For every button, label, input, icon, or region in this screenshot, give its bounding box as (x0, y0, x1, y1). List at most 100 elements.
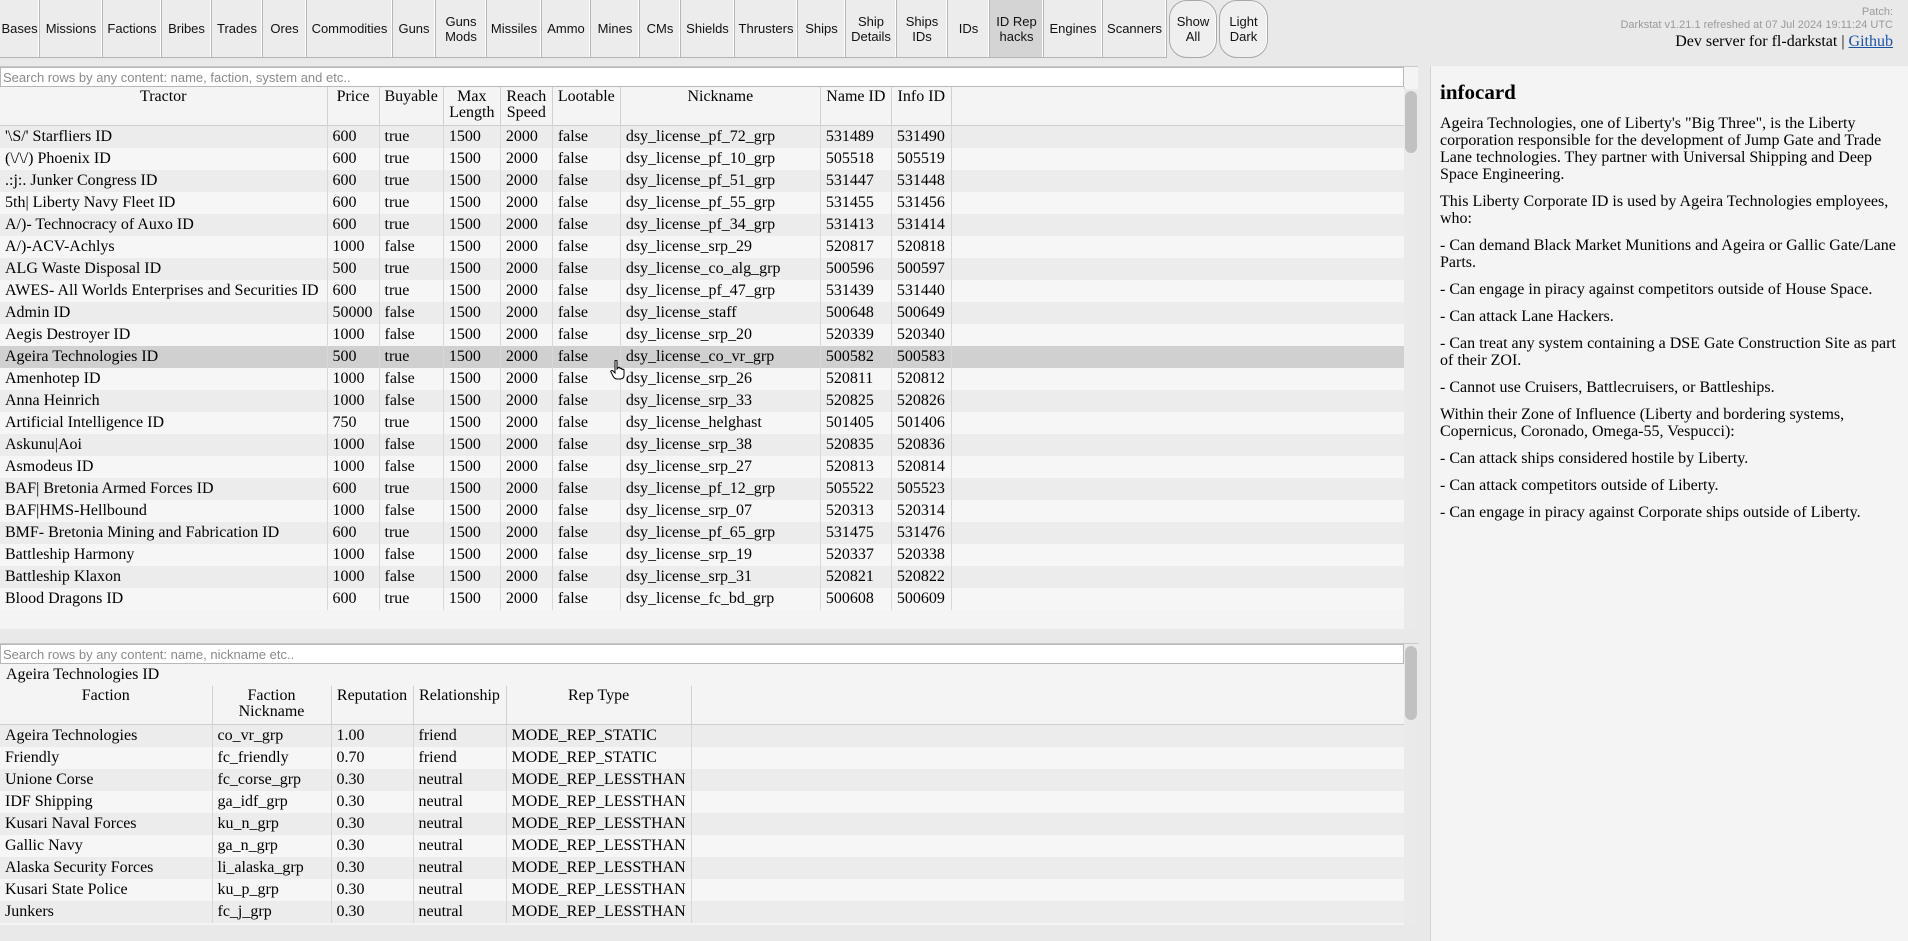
tab-engines[interactable]: Engines (1044, 0, 1103, 58)
column-header-info-id[interactable]: Info ID (891, 87, 952, 125)
rep-column-header-reputation[interactable]: Reputation (331, 686, 414, 724)
reputation-row[interactable]: Kusari Naval Forces ku_n_grp 0.30 neutral MO… (0, 812, 1405, 835)
tab-show-all[interactable]: Show All (1169, 0, 1217, 58)
tab-ships-ids[interactable]: Ships IDs (897, 0, 948, 58)
cell-reach-speed: 2000 (500, 411, 553, 434)
column-header-buyable[interactable]: Buyable (379, 87, 444, 125)
cell-info-id: 531476 (891, 521, 952, 544)
table-row[interactable]: ALG Waste Disposal ID 500 true 1500 2000 fals… (0, 257, 1405, 280)
table-row[interactable]: Battleship Klaxon 1000 false 1500 2000 false d… (0, 565, 1405, 588)
cell-max-length: 1500 (443, 125, 501, 148)
column-header-max-length[interactable]: Max Length (443, 87, 501, 125)
tab-shields[interactable]: Shields (681, 0, 735, 58)
rep-column-header-faction-nickname[interactable]: Faction Nickname (212, 686, 332, 724)
reputation-row[interactable]: Unione Corse fc_corse_grp 0.30 neutral MODE_… (0, 768, 1405, 791)
reputation-scrollbar-thumb[interactable] (1405, 646, 1417, 720)
rep-cell-spacer (691, 856, 1405, 879)
table-row[interactable]: AWES- All Worlds Enterprises and Securit… (0, 279, 1405, 302)
table-row[interactable]: '\S/' Starfliers ID 600 true 1500 2000 false d… (0, 125, 1405, 148)
tab-bases[interactable]: Bases (0, 0, 40, 58)
tab-ores[interactable]: Ores (263, 0, 307, 58)
reputation-row[interactable]: Ageira Technologies co_vr_grp 1.00 friend MO… (0, 724, 1405, 747)
tab-ammo[interactable]: Ammo (542, 0, 591, 58)
cell-tractor: (\/\/) Phoenix ID (0, 147, 328, 170)
tab-id-rep-hacks[interactable]: ID Rep hacks (990, 0, 1044, 58)
cell-buyable: true (379, 411, 444, 434)
reputation-row[interactable]: Alaska Security Forces li_alaska_grp 0.30 n… (0, 856, 1405, 879)
tab-mines[interactable]: Mines (591, 0, 640, 58)
rep-cell-faction-nickname: ku_n_grp (212, 812, 332, 835)
tab-thrusters[interactable]: Thrusters (735, 0, 798, 58)
table-row[interactable]: Anna Heinrich 1000 false 1500 2000 false dsy_l… (0, 389, 1405, 412)
tab-guns[interactable]: Guns (393, 0, 436, 58)
cell-max-length: 1500 (443, 235, 501, 258)
tab-factions[interactable]: Factions (103, 0, 162, 58)
tab-ships[interactable]: Ships (798, 0, 846, 58)
tab-cms[interactable]: CMs (640, 0, 681, 58)
tab-scanners[interactable]: Scanners (1103, 0, 1167, 58)
cell-max-length: 1500 (443, 587, 501, 610)
tab-bribes[interactable]: Bribes (162, 0, 212, 58)
table-row[interactable]: Askunu|Aoi 1000 false 1500 2000 false dsy_lice… (0, 433, 1405, 456)
table-row[interactable]: BMF- Bretonia Mining and Fabrication ID 6… (0, 521, 1405, 544)
tab-guns-mods[interactable]: Guns Mods (436, 0, 487, 58)
table-search-input[interactable] (0, 67, 1404, 87)
table-row[interactable]: Aegis Destroyer ID 1000 false 1500 2000 false… (0, 323, 1405, 346)
cell-spacer (951, 125, 1405, 148)
column-header-price[interactable]: Price (327, 87, 380, 125)
cell-info-id: 531448 (891, 169, 952, 192)
cell-lootable: false (552, 565, 621, 588)
tab-missiles[interactable]: Missiles (487, 0, 542, 58)
table-row[interactable]: Blood Dragons ID 600 true 1500 2000 false dsy_… (0, 587, 1405, 610)
rep-column-header-relationship[interactable]: Relationship (413, 686, 507, 724)
column-header-reach-speed[interactable]: Reach Speed (500, 87, 553, 125)
column-header-lootable[interactable]: Lootable (552, 87, 621, 125)
reputation-search-input[interactable] (0, 644, 1404, 664)
rep-cell-rep-type: MODE_REP_STATIC (506, 724, 692, 747)
reputation-row[interactable]: Kusari State Police ku_p_grp 0.30 neutral MO… (0, 878, 1405, 901)
cell-lootable: false (552, 499, 621, 522)
tab-ids[interactable]: IDs (948, 0, 990, 58)
table-row[interactable]: Battleship Harmony 1000 false 1500 2000 false… (0, 543, 1405, 566)
rep-cell-faction-nickname: co_vr_grp (212, 724, 332, 747)
tab-trades[interactable]: Trades (212, 0, 263, 58)
cell-lootable: false (552, 301, 621, 324)
tab-missions[interactable]: Missions (40, 0, 103, 58)
rep-cell-rep-type: MODE_REP_LESSTHAN (506, 856, 692, 879)
table-row[interactable]: A/)-ACV-Achlys 1000 false 1500 2000 false dsy_… (0, 235, 1405, 258)
cell-buyable: false (379, 235, 444, 258)
tab-commodities[interactable]: Commodities (307, 0, 393, 58)
table-row[interactable]: .:j:. Junker Congress ID 600 true 1500 2000 f… (0, 169, 1405, 192)
table-row[interactable]: 5th| Liberty Navy Fleet ID 600 true 1500 200… (0, 191, 1405, 214)
reputation-row[interactable]: Junkers fc_j_grp 0.30 neutral MODE_REP_LESST… (0, 900, 1405, 923)
column-header-name-id[interactable]: Name ID (820, 87, 892, 125)
rep-cell-reputation: 1.00 (331, 724, 414, 747)
table-row[interactable]: (\/\/) Phoenix ID 600 true 1500 2000 false dsy… (0, 147, 1405, 170)
github-link[interactable]: Github (1849, 33, 1893, 50)
rep-cell-faction: Junkers (0, 900, 213, 923)
table-row[interactable]: BAF|HMS-Hellbound 1000 false 1500 2000 false d… (0, 499, 1405, 522)
cell-spacer (951, 499, 1405, 522)
table-row[interactable]: Amenhotep ID 1000 false 1500 2000 false dsy_li… (0, 367, 1405, 390)
cell-lootable: false (552, 389, 621, 412)
table-row[interactable]: BAF| Bretonia Armed Forces ID 600 true 1500… (0, 477, 1405, 500)
reputation-scrollbar[interactable] (1404, 644, 1418, 925)
reputation-row[interactable]: IDF Shipping ga_idf_grp 0.30 neutral MODE_RE… (0, 790, 1405, 813)
table-scrollbar[interactable] (1404, 89, 1418, 629)
column-header-nickname[interactable]: Nickname (620, 87, 821, 125)
rep-column-header-rep-type[interactable]: Rep Type (506, 686, 692, 724)
reputation-row[interactable]: Friendly fc_friendly 0.70 friend MODE_REP_ST… (0, 746, 1405, 769)
table-row[interactable]: Ageira Technologies ID 500 true 1500 2000 fal… (0, 345, 1405, 368)
tab-light-dark[interactable]: Light Dark (1219, 0, 1268, 58)
table-row[interactable]: Asmodeus ID 1000 false 1500 2000 false dsy_lic… (0, 455, 1405, 478)
cell-spacer (951, 345, 1405, 368)
table-row[interactable]: Artificial Intelligence ID 750 true 1500 200… (0, 411, 1405, 434)
table-scrollbar-thumb[interactable] (1405, 91, 1417, 153)
cell-spacer (951, 367, 1405, 390)
column-header-tractor[interactable]: Tractor (0, 87, 328, 125)
tab-ship-details[interactable]: Ship Details (846, 0, 897, 58)
table-row[interactable]: Admin ID 50000 false 1500 2000 false dsy_licen… (0, 301, 1405, 324)
reputation-row[interactable]: Gallic Navy ga_n_grp 0.30 neutral MODE_REP_L… (0, 834, 1405, 857)
table-row[interactable]: A/)- Technocracy of Auxo ID 600 true 1500 20… (0, 213, 1405, 236)
rep-column-header-faction[interactable]: Faction (0, 686, 213, 724)
